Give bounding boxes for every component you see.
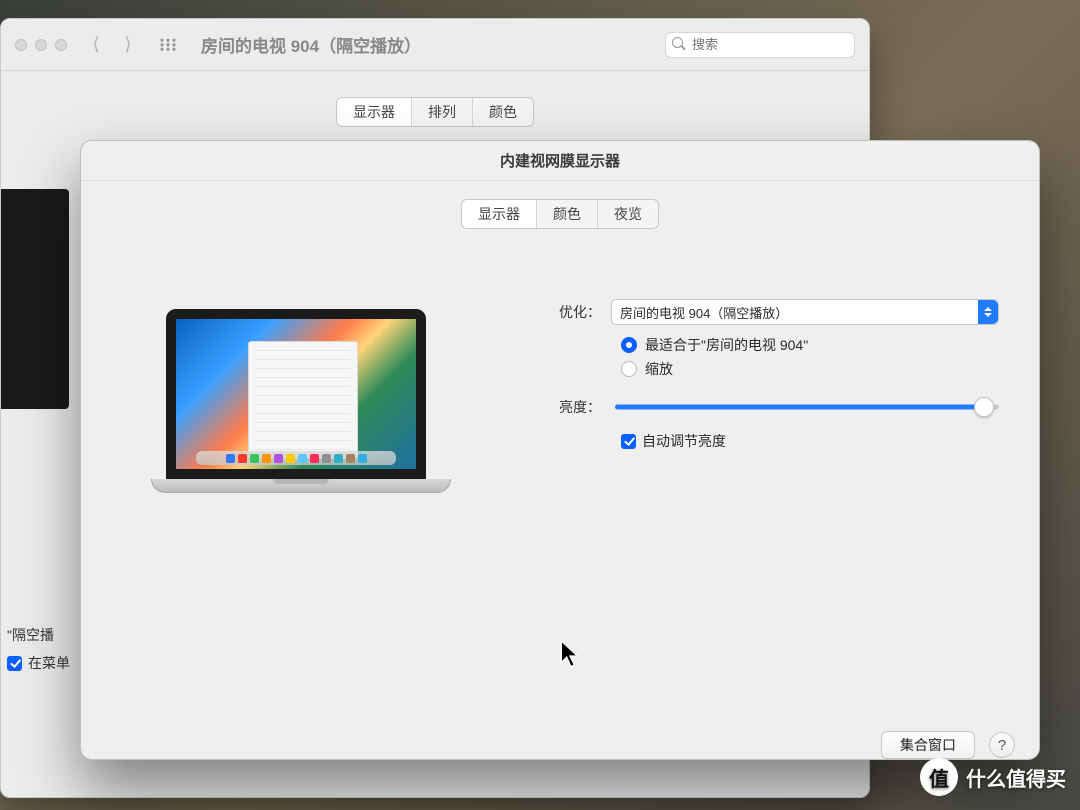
gather-windows-button[interactable]: 集合窗口: [881, 731, 975, 759]
radio-dot-icon: [621, 361, 637, 377]
window-title: 房间的电视 904（隔空播放）: [201, 32, 421, 57]
radio-scaled-label: 缩放: [645, 359, 673, 379]
toolbar: ⟨ ⟩ 房间的电视 904（隔空播放）: [1, 19, 869, 71]
display-preview-strip: [1, 189, 69, 409]
zoom-dot[interactable]: [55, 39, 67, 51]
laptop-illustration: [151, 309, 441, 493]
search-icon: [672, 37, 686, 51]
popup-stepper-icon: [978, 300, 998, 324]
grid-icon[interactable]: [159, 38, 177, 52]
optimize-label: 优化：: [541, 302, 611, 322]
tab-color[interactable]: 颜色: [537, 200, 598, 228]
back-bottom-options: "隔空播 在菜单: [7, 621, 70, 677]
radio-best-label: 最适合于"房间的电视 904": [645, 335, 808, 355]
tab-arrange[interactable]: 排列: [412, 98, 473, 126]
front-body: 显示器 颜色 夜览 优化： 房间的电视 904（隔空播放）: [81, 199, 1039, 777]
front-window-title: 内建视网膜显示器: [81, 141, 1039, 181]
search-input[interactable]: [665, 32, 855, 58]
radio-scaled[interactable]: 缩放: [621, 359, 999, 379]
prefs-window-builtin-display: 内建视网膜显示器 显示器 颜色 夜览 优化：: [80, 140, 1040, 760]
menubar-label-partial: 在菜单: [28, 649, 70, 677]
auto-brightness-checkbox[interactable]: 自动调节亮度: [621, 431, 726, 451]
laptop-screen: [166, 309, 426, 479]
menubar-checkbox-row[interactable]: 在菜单: [7, 649, 70, 677]
forward-button[interactable]: ⟩: [117, 34, 139, 55]
front-footer: 集合窗口 ?: [881, 731, 1015, 759]
back-tabs: 显示器 排列 颜色: [336, 97, 534, 127]
radio-dot-selected-icon: [621, 337, 637, 353]
checkbox-icon: [7, 656, 22, 671]
display-settings: 优化： 房间的电视 904（隔空播放） 最适合于"房间的电视 904" 缩放 亮…: [541, 299, 999, 451]
watermark-text: 什么值得买: [966, 763, 1066, 792]
brightness-slider[interactable]: [615, 397, 999, 417]
close-dot[interactable]: [15, 39, 27, 51]
watermark: 值 什么值得买: [920, 758, 1066, 796]
auto-brightness-row: 自动调节亮度: [621, 431, 999, 451]
airplay-row-partial: "隔空播: [7, 621, 70, 649]
optimize-for-popup[interactable]: 房间的电视 904（隔空播放）: [611, 299, 999, 325]
tab-display[interactable]: 显示器: [462, 200, 537, 228]
laptop-base: [151, 479, 451, 493]
radio-best-for[interactable]: 最适合于"房间的电视 904": [621, 335, 999, 355]
resolution-radio-group: 最适合于"房间的电视 904" 缩放: [621, 335, 999, 379]
tab-night-shift[interactable]: 夜览: [598, 200, 658, 228]
search-field-wrap: [665, 32, 855, 58]
minimize-dot[interactable]: [35, 39, 47, 51]
front-tabs: 显示器 颜色 夜览: [461, 199, 659, 229]
slider-thumb[interactable]: [974, 397, 994, 417]
tab-color[interactable]: 颜色: [473, 98, 533, 126]
auto-brightness-label: 自动调节亮度: [642, 431, 726, 451]
optimize-row: 优化： 房间的电视 904（隔空播放）: [541, 299, 999, 325]
optimize-value: 房间的电视 904（隔空播放）: [620, 303, 788, 322]
help-button[interactable]: ?: [989, 732, 1015, 758]
brightness-row: 亮度：: [541, 397, 999, 417]
back-button[interactable]: ⟨: [85, 34, 107, 55]
document-thumbnail: [248, 341, 358, 459]
checkbox-checked-icon: [621, 434, 636, 449]
tab-display[interactable]: 显示器: [337, 98, 412, 126]
brightness-label: 亮度：: [541, 397, 611, 417]
slider-fill: [615, 405, 984, 410]
dock-illustration: [196, 451, 396, 465]
window-controls: [15, 39, 67, 51]
watermark-badge: 值: [920, 758, 958, 796]
